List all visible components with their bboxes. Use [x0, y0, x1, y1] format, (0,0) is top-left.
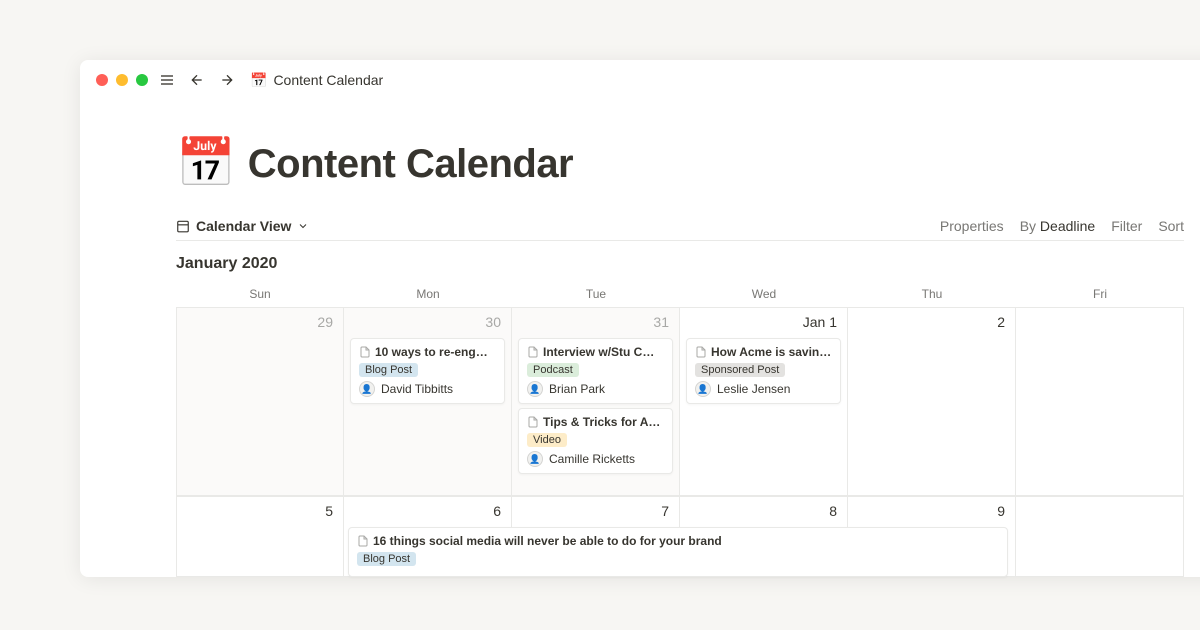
event-tag: Sponsored Post	[695, 363, 785, 377]
day-number: 9	[997, 503, 1005, 519]
back-button[interactable]	[186, 69, 208, 91]
event-title: How Acme is savin…	[711, 345, 831, 359]
page-content: 📅 Content Calendar Calendar View Propert…	[80, 100, 1200, 577]
sidebar-toggle-button[interactable]	[156, 69, 178, 91]
calendar-cell[interactable]: 31 Interview w/Stu C… Podcast 👤 Brian Pa…	[512, 308, 680, 496]
calendar-view-icon	[176, 219, 190, 233]
view-controls: Properties By Deadline Filter Sort	[940, 218, 1184, 234]
avatar: 👤	[695, 381, 711, 397]
event-title: 16 things social media will never be abl…	[373, 534, 722, 548]
event-card[interactable]: 10 ways to re-eng… Blog Post 👤 David Tib…	[350, 338, 505, 404]
day-number: 30	[485, 314, 501, 330]
event-tag: Blog Post	[357, 552, 416, 566]
event-card-spanning[interactable]: 16 things social media will never be abl…	[348, 527, 1008, 577]
event-title: Interview w/Stu C…	[543, 345, 654, 359]
page-header: 📅 Content Calendar	[176, 140, 1184, 188]
month-label: January 2020	[176, 241, 1184, 281]
calendar-cell[interactable]	[1016, 308, 1184, 496]
calendar-cell[interactable]: 5	[176, 497, 344, 577]
view-bar: Calendar View Properties By Deadline Fil…	[176, 212, 1184, 241]
dayhead-fri: Fri	[1016, 281, 1184, 307]
event-assignee: 👤 David Tibbitts	[359, 381, 496, 397]
event-card[interactable]: How Acme is savin… Sponsored Post 👤 Lesl…	[686, 338, 841, 404]
event-tag: Video	[527, 433, 567, 447]
day-number: 8	[829, 503, 837, 519]
page-icon	[357, 535, 369, 547]
view-label: Calendar View	[196, 218, 291, 234]
properties-button[interactable]: Properties	[940, 218, 1004, 234]
close-window-button[interactable]	[96, 74, 108, 86]
calendar-cell[interactable]: 2	[848, 308, 1016, 496]
event-tag: Podcast	[527, 363, 579, 377]
view-selector[interactable]: Calendar View	[176, 218, 309, 234]
sort-button[interactable]: Sort	[1158, 218, 1184, 234]
filter-button[interactable]: Filter	[1111, 218, 1142, 234]
event-card[interactable]: Interview w/Stu C… Podcast 👤 Brian Park	[518, 338, 673, 404]
page-title[interactable]: Content Calendar	[248, 142, 573, 187]
assignee-name: Camille Ricketts	[549, 452, 635, 466]
traffic-lights	[96, 74, 148, 86]
maximize-window-button[interactable]	[136, 74, 148, 86]
app-window: 📅 Content Calendar 📅 Content Calendar Ca…	[80, 60, 1200, 577]
page-emoji[interactable]: 📅	[176, 140, 236, 188]
titlebar: 📅 Content Calendar	[80, 60, 1200, 100]
dayhead-sun: Sun	[176, 281, 344, 307]
breadcrumb[interactable]: 📅 Content Calendar	[250, 72, 383, 89]
page-icon	[359, 346, 371, 358]
day-number: 6	[493, 503, 501, 519]
calendar-cell[interactable]: Jan 1 How Acme is savin… Sponsored Post …	[680, 308, 848, 496]
assignee-name: Brian Park	[549, 382, 605, 396]
dayhead-wed: Wed	[680, 281, 848, 307]
event-title-row: 10 ways to re-eng…	[359, 345, 496, 359]
day-number: 29	[317, 314, 333, 330]
dayhead-tue: Tue	[512, 281, 680, 307]
avatar: 👤	[527, 381, 543, 397]
day-number: 2	[997, 314, 1005, 330]
event-tag: Blog Post	[359, 363, 418, 377]
event-title: Tips & Tricks for A…	[543, 415, 660, 429]
avatar: 👤	[527, 451, 543, 467]
event-title-row: How Acme is savin…	[695, 345, 832, 359]
weekday-header: Sun Mon Tue Wed Thu Fri	[176, 281, 1184, 307]
forward-button[interactable]	[216, 69, 238, 91]
day-number: 7	[661, 503, 669, 519]
event-title-row: Tips & Tricks for A…	[527, 415, 664, 429]
chevron-down-icon	[297, 220, 309, 232]
page-icon	[695, 346, 707, 358]
page-icon	[527, 346, 539, 358]
calendar-week-2: 5 6 16 things social media will never be…	[176, 496, 1184, 577]
day-number: Jan 1	[803, 314, 837, 330]
day-number: 31	[653, 314, 669, 330]
breadcrumb-label: Content Calendar	[273, 72, 383, 88]
assignee-name: Leslie Jensen	[717, 382, 790, 396]
calendar-cell[interactable]: 29	[176, 308, 344, 496]
calendar-week-1: 29 30 10 ways to re-eng… Blog Post 👤 Dav…	[176, 307, 1184, 496]
sort-by-button[interactable]: By Deadline	[1020, 218, 1096, 234]
calendar-icon: 📅	[250, 72, 267, 89]
page-icon	[527, 416, 539, 428]
event-title-row: Interview w/Stu C…	[527, 345, 664, 359]
event-assignee: 👤 Brian Park	[527, 381, 664, 397]
avatar: 👤	[359, 381, 375, 397]
calendar-cell[interactable]	[1016, 497, 1184, 577]
calendar-cell[interactable]: 30 10 ways to re-eng… Blog Post 👤 David …	[344, 308, 512, 496]
calendar-cell[interactable]: 6 16 things social media will never be a…	[344, 497, 512, 577]
dayhead-mon: Mon	[344, 281, 512, 307]
event-title-row: 16 things social media will never be abl…	[357, 534, 999, 548]
assignee-name: David Tibbitts	[381, 382, 453, 396]
day-number: 5	[325, 503, 333, 519]
event-assignee: 👤 Leslie Jensen	[695, 381, 832, 397]
event-assignee: 👤 Camille Ricketts	[527, 451, 664, 467]
event-title: 10 ways to re-eng…	[375, 345, 488, 359]
dayhead-thu: Thu	[848, 281, 1016, 307]
minimize-window-button[interactable]	[116, 74, 128, 86]
event-card[interactable]: Tips & Tricks for A… Video 👤 Camille Ric…	[518, 408, 673, 474]
